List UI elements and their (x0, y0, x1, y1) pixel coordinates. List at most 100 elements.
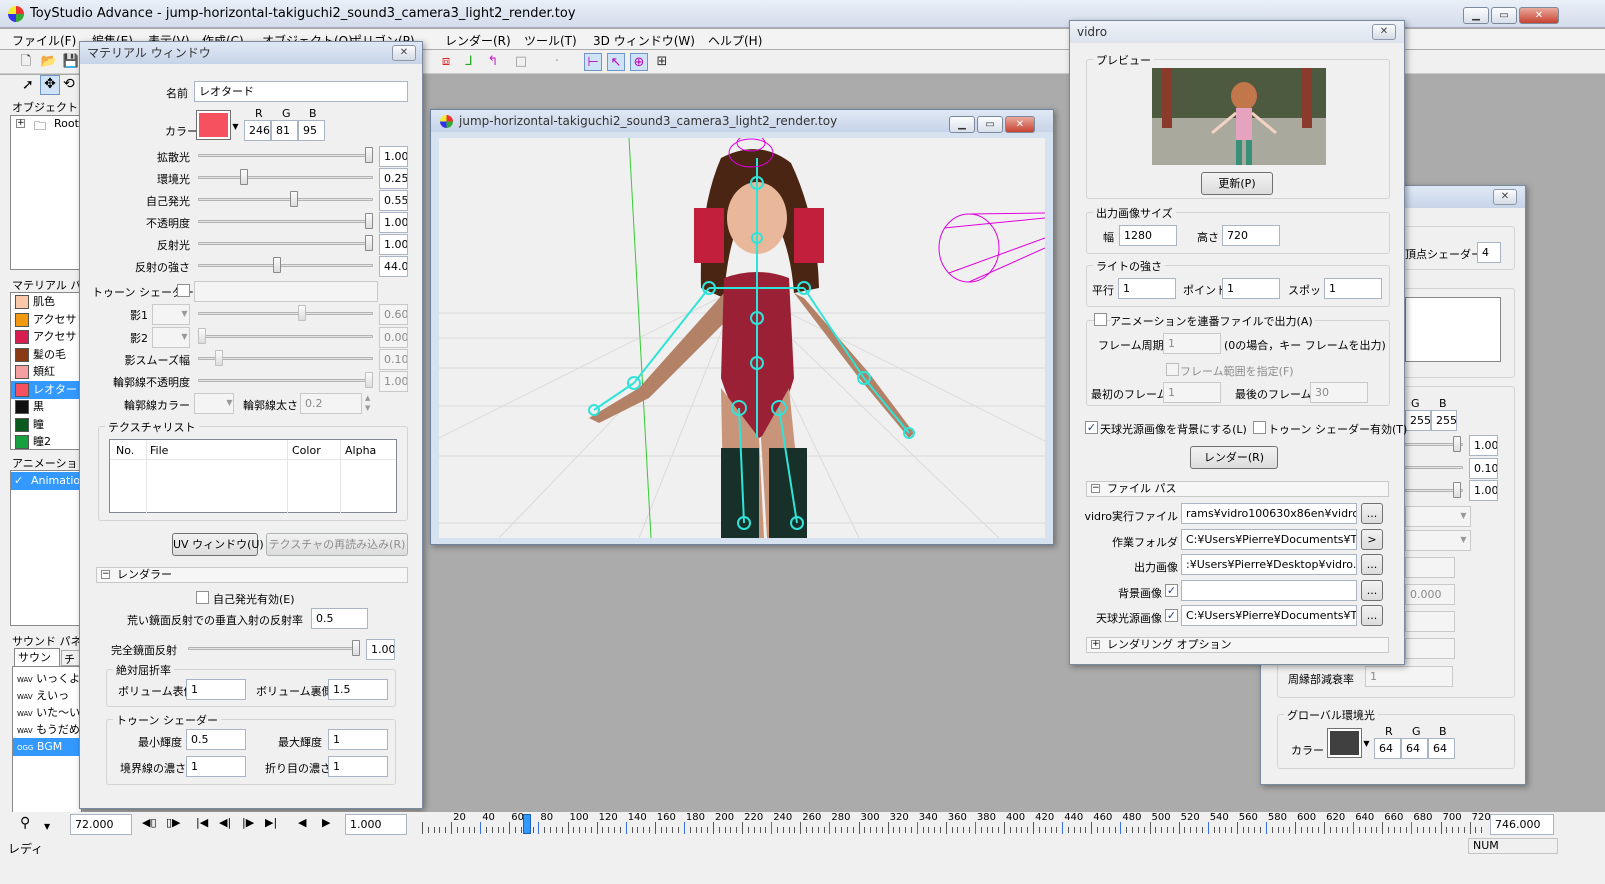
menu-render[interactable]: レンダー(R) (445, 32, 511, 49)
outline-width-spinner-icon[interactable]: ▲ ▼ (365, 393, 370, 413)
uv-window-button[interactable]: UV ウィンドウ(U) (172, 533, 264, 556)
outline-opacity-value[interactable]: 1.00 (379, 371, 408, 392)
volume-front-input[interactable]: 1 (186, 679, 246, 700)
height-input[interactable]: 720 (1222, 225, 1280, 246)
light-input-b[interactable]: 0.000 (1405, 584, 1455, 605)
toon-texture-input[interactable] (194, 281, 378, 302)
light-b-input[interactable]: 255 (1431, 410, 1457, 431)
toon-shader-checkbox[interactable] (177, 284, 190, 297)
view-close-button[interactable]: ✕ (1005, 116, 1035, 133)
speed-input[interactable]: 1.000 (345, 814, 407, 835)
tree-root[interactable]: Root (54, 117, 79, 130)
square-icon[interactable]: □ (512, 53, 530, 71)
save-icon[interactable]: 💾 (62, 53, 80, 71)
parallel-input[interactable]: 1 (1118, 278, 1176, 299)
menu-help[interactable]: ヘルプ(H) (708, 32, 762, 49)
light-value-2[interactable]: 0.10 (1469, 458, 1498, 479)
shadow2-dropdown-icon[interactable]: ▼ (180, 332, 189, 341)
path-input[interactable] (1181, 579, 1357, 601)
shadow2-value[interactable]: 0.00 (379, 327, 408, 348)
browse-button[interactable]: ... (1361, 579, 1383, 601)
render-options-expand-icon[interactable]: + (1091, 640, 1100, 649)
frame-period-input[interactable]: 1 (1163, 333, 1221, 354)
light-list[interactable] (1405, 297, 1501, 362)
edge-density-input[interactable]: 1 (186, 756, 246, 777)
light-value-3[interactable]: 1.00 (1469, 480, 1498, 501)
ambient-value[interactable]: 0.25 (379, 168, 408, 189)
material-item[interactable]: 瞳2 (11, 433, 81, 451)
rough-specular-input[interactable]: 0.5 (311, 608, 368, 629)
select-arrow-icon[interactable]: ➚ (22, 77, 34, 93)
max-brightness-input[interactable]: 1 (328, 729, 388, 750)
path-input[interactable]: C:¥Users¥Pierre¥Documents¥ToySt (1181, 605, 1357, 626)
specular-power-slider[interactable] (198, 255, 373, 275)
snap-circle-icon[interactable]: ⊕ (630, 53, 648, 71)
play-reverse-icon[interactable]: ◀ (298, 816, 306, 829)
expand-icon[interactable]: + (16, 119, 25, 128)
last-frame-icon[interactable]: ▶| (265, 816, 277, 829)
path-enable-checkbox[interactable]: ✓ (1165, 609, 1178, 622)
menu-3d-window[interactable]: 3D ウィンドウ(W) (593, 32, 695, 49)
material-item[interactable]: アクセサリ1 (11, 311, 94, 329)
prev-key-icon[interactable]: ◀▯ (142, 816, 157, 829)
path-input[interactable]: rams¥vidro100630x86en¥vidro.exe (1181, 503, 1357, 524)
shadow2-slider[interactable] (198, 326, 373, 346)
global-g-input[interactable]: 64 (1401, 738, 1428, 759)
browse-button[interactable]: ... (1361, 503, 1383, 524)
perfect-specular-slider[interactable] (188, 638, 360, 658)
width-input[interactable]: 1280 (1119, 225, 1177, 246)
light-input-d[interactable] (1405, 638, 1455, 659)
global-color-swatch[interactable] (1327, 728, 1362, 758)
maximize-button[interactable]: ▭ (1491, 7, 1517, 24)
point-input[interactable]: 1 (1222, 278, 1280, 299)
anim-output-checkbox[interactable] (1094, 313, 1107, 326)
specular-power-value[interactable]: 44.0 (379, 256, 408, 277)
specular-slider[interactable] (198, 233, 373, 253)
self-emit-checkbox[interactable] (196, 591, 209, 604)
outline-width-input[interactable]: 0.2 (300, 393, 362, 414)
global-r-input[interactable]: 64 (1374, 738, 1401, 759)
col-no[interactable]: No. (116, 444, 134, 457)
emission-value[interactable]: 0.55 (379, 190, 408, 211)
col-alpha[interactable]: Alpha (345, 444, 376, 457)
frame-range-checkbox[interactable] (1166, 363, 1179, 376)
browse-button[interactable]: ... (1361, 554, 1383, 575)
ambient-slider[interactable] (198, 167, 373, 187)
open-folder-icon[interactable]: 📂 (40, 53, 58, 71)
key-dropdown-icon[interactable]: ▼ (44, 822, 50, 831)
collapse-icon[interactable]: − (101, 570, 110, 579)
material-item[interactable]: 黒 (11, 398, 81, 416)
render-button[interactable]: レンダー(R) (1190, 446, 1278, 469)
path-input[interactable]: C:¥Users¥Pierre¥Documents¥ToySt (1181, 528, 1357, 550)
end-frame-input[interactable]: 746.000 (1490, 814, 1554, 835)
perfect-specular-value[interactable]: 1.00 (366, 639, 395, 660)
color-dropdown-icon[interactable]: ▼ (231, 122, 240, 131)
material-item[interactable]: 髪の毛 (11, 346, 81, 364)
fold-density-input[interactable]: 1 (328, 756, 388, 777)
rotate-icon[interactable]: ⟲ (63, 76, 75, 92)
texture-table[interactable]: No. File Color Alpha (109, 439, 397, 514)
falloff-input[interactable]: 1 (1365, 666, 1453, 687)
light-slider-1[interactable] (1405, 434, 1463, 454)
material-item[interactable]: レオタード (11, 380, 88, 399)
material-color-swatch[interactable] (196, 110, 231, 140)
light-slider-3[interactable] (1405, 480, 1463, 500)
name-input[interactable]: レオタード (194, 81, 408, 102)
move-icon[interactable]: ✥ (40, 75, 60, 95)
key-icon[interactable]: ⚲ (20, 815, 30, 831)
light-slider-2[interactable] (1405, 457, 1463, 477)
light-input-c[interactable] (1405, 611, 1455, 632)
material-item[interactable]: 瞳 (11, 416, 81, 434)
tab-sound[interactable]: サウンド (14, 648, 60, 680)
material-item[interactable]: アクセサリ2 (11, 328, 94, 346)
shadow1-slider[interactable] (198, 303, 373, 323)
object-tree[interactable]: + 🗀 Root (10, 115, 82, 270)
global-b-input[interactable]: 64 (1428, 738, 1455, 759)
shadow1-dropdown-icon[interactable]: ▼ (180, 309, 189, 318)
outline-color-dropdown-icon[interactable]: ▼ (225, 398, 234, 407)
sound-list[interactable]: WAV いっくよ～ WAV えいっ WAV いた～い WAV もうだめ～ OGG BGM (12, 666, 91, 826)
browse-button[interactable]: > (1361, 528, 1383, 550)
browse-button[interactable]: ... (1361, 605, 1383, 626)
file-path-collapse-icon[interactable]: − (1091, 484, 1100, 493)
new-file-icon[interactable]: 🗋 (17, 53, 35, 71)
